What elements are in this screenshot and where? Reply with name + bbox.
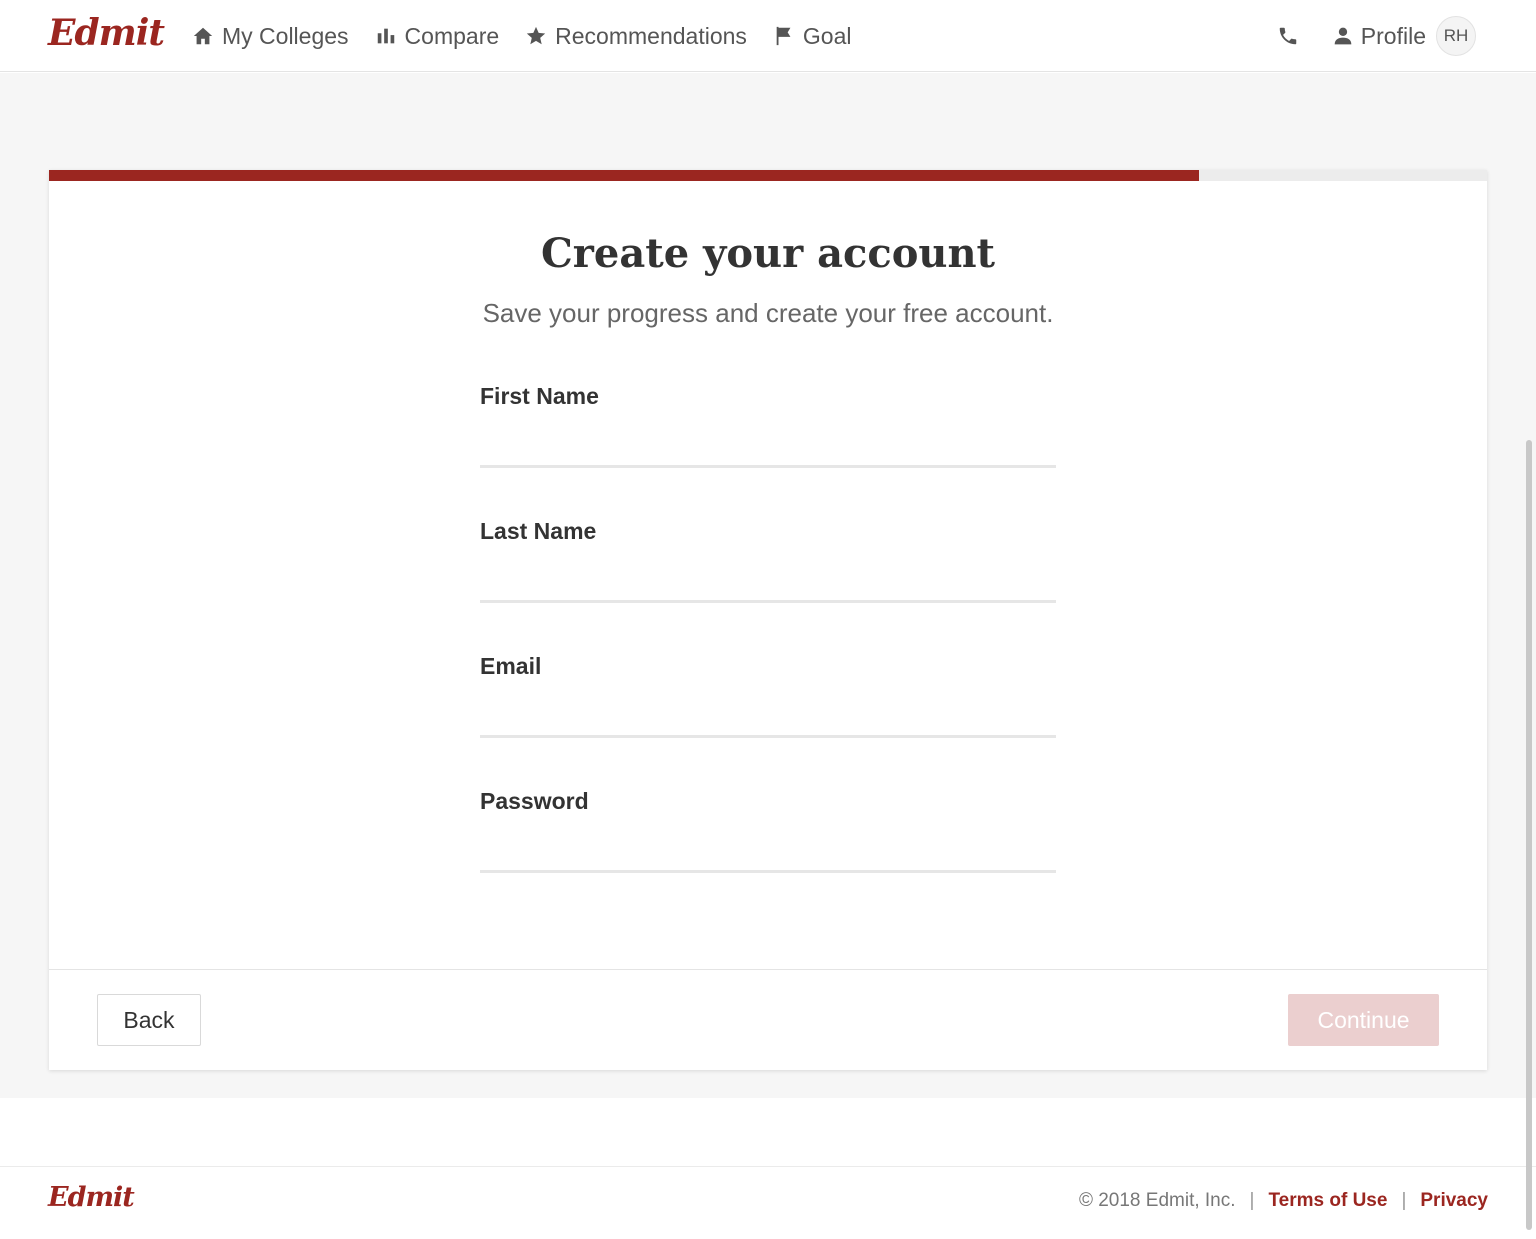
password-input[interactable] <box>480 833 1056 873</box>
person-icon <box>1334 27 1352 45</box>
page-subtitle: Save your progress and create your free … <box>482 298 1054 328</box>
copyright-text: © 2018 Edmit, Inc. <box>1078 1190 1236 1211</box>
footer-separator: | <box>1249 1190 1255 1211</box>
profile-label: Profile <box>1360 22 1426 49</box>
footer-links: © 2018 Edmit, Inc. | Terms of Use | Priv… <box>1079 1190 1488 1212</box>
nav-recommendations-label: Recommendations <box>555 22 747 49</box>
progress-bar <box>49 170 1487 181</box>
email-label: Email <box>480 653 542 679</box>
account-nav: Profile RH <box>1277 0 1476 72</box>
main-nav: My Colleges Compare Recommendations Goal <box>192 0 878 72</box>
phone-icon <box>1279 27 1297 45</box>
flag-icon <box>776 26 791 46</box>
bar-chart-icon <box>377 28 394 44</box>
last-name-field-group: Last Name <box>480 518 1056 603</box>
home-icon <box>193 27 213 45</box>
footer-separator: | <box>1401 1190 1407 1211</box>
first-name-label: First Name <box>480 383 599 409</box>
continue-button[interactable]: Continue <box>1288 994 1439 1046</box>
progress-fill <box>49 170 1199 181</box>
first-name-field-group: First Name <box>480 383 1056 468</box>
last-name-label: Last Name <box>480 518 597 544</box>
top-navigation: Edmit My Colleges Compare Recommendation… <box>0 0 1536 72</box>
nav-recommendations[interactable]: Recommendations <box>525 23 747 50</box>
last-name-input[interactable] <box>480 563 1056 603</box>
star-icon <box>526 26 546 45</box>
nav-compare[interactable]: Compare <box>375 22 500 50</box>
privacy-link[interactable]: Privacy <box>1420 1190 1488 1212</box>
nav-my-colleges[interactable]: My Colleges <box>192 23 349 50</box>
email-input[interactable] <box>480 698 1056 738</box>
password-label: Password <box>480 788 589 814</box>
nav-goal-label: Goal <box>802 22 852 49</box>
footer-divider <box>0 1166 1536 1167</box>
scrollbar[interactable] <box>1526 440 1532 1230</box>
terms-of-use-link[interactable]: Terms of Use <box>1268 1190 1387 1212</box>
profile-menu[interactable]: Profile RH <box>1333 16 1476 56</box>
signup-card: Create your account Save your progress a… <box>49 170 1487 1070</box>
nav-goal[interactable]: Goal <box>773 23 852 50</box>
nav-compare-label: Compare <box>404 22 500 49</box>
avatar[interactable]: RH <box>1436 16 1476 56</box>
page-title: Create your account <box>540 230 996 277</box>
password-field-group: Password <box>480 788 1056 873</box>
footer-logo[interactable]: Edmit <box>48 1182 135 1213</box>
card-footer-divider <box>49 969 1487 970</box>
email-field-group: Email <box>480 653 1056 738</box>
nav-my-colleges-label: My Colleges <box>222 22 349 49</box>
edmit-logo[interactable]: Edmit <box>48 12 165 54</box>
first-name-input[interactable] <box>480 428 1056 468</box>
back-button[interactable]: Back <box>97 994 201 1046</box>
phone-button[interactable] <box>1277 25 1299 47</box>
